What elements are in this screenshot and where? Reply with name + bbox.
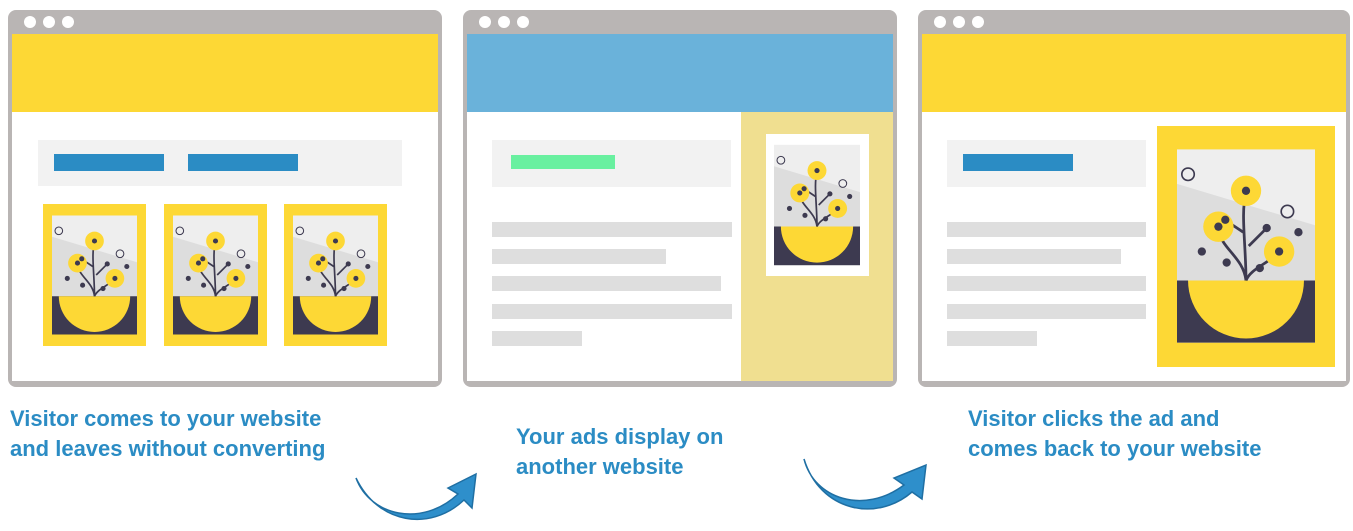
text-line <box>947 276 1146 291</box>
text-line <box>492 331 582 346</box>
window-dot: dot <box>972 16 984 28</box>
window-dots: dotdotdot <box>24 16 81 28</box>
text-line <box>492 304 732 319</box>
text-line <box>492 249 666 264</box>
browser-window-2: dotdotdot <box>463 10 897 387</box>
nav-bar <box>38 140 402 186</box>
text-line <box>947 249 1121 264</box>
window-dot: dot <box>498 16 510 28</box>
nav-button <box>511 155 615 169</box>
hero-banner <box>467 34 893 112</box>
browser-window-1: dotdotdot <box>8 10 442 387</box>
window-dots: dotdotdot <box>479 16 536 28</box>
ad-image-enlarged <box>1157 126 1335 367</box>
page-content <box>467 34 893 381</box>
window-dot: dot <box>43 16 55 28</box>
window-dots: dotdotdot <box>934 16 991 28</box>
window-dot: dot <box>517 16 529 28</box>
browser-window-3: dotdotdot <box>918 10 1350 387</box>
ad-image <box>284 204 387 346</box>
nav-button <box>54 154 164 171</box>
window-dot: dot <box>953 16 965 28</box>
step-3-caption: Visitor clicks the ad and comes back to … <box>968 406 1262 461</box>
text-line <box>947 222 1146 237</box>
window-dot: dot <box>62 16 74 28</box>
step-2-caption: Your ads display on another website <box>516 424 724 479</box>
hero-banner <box>12 34 438 112</box>
potted-flowers-illustration <box>173 211 258 339</box>
nav-button <box>188 154 298 171</box>
page-content <box>922 34 1346 381</box>
text-line <box>947 331 1037 346</box>
curved-arrow-icon <box>803 458 927 510</box>
text-line <box>492 276 721 291</box>
window-dot: dot <box>479 16 491 28</box>
ad-sidebar <box>741 112 893 381</box>
potted-flowers-illustration <box>774 142 860 268</box>
ad-image <box>43 204 146 346</box>
ad-image <box>164 204 267 346</box>
text-line <box>492 222 732 237</box>
potted-flowers-illustration <box>1177 147 1315 345</box>
potted-flowers-illustration <box>52 211 137 339</box>
ad-image <box>766 134 869 276</box>
hero-banner <box>922 34 1346 112</box>
page-content <box>12 34 438 381</box>
window-dot: dot <box>24 16 36 28</box>
text-line <box>947 304 1146 319</box>
nav-bar <box>947 140 1146 187</box>
potted-flowers-illustration <box>293 211 378 339</box>
step-1-caption: Visitor comes to your website and leaves… <box>10 406 326 461</box>
curved-arrow-icon <box>355 472 477 521</box>
window-dot: dot <box>934 16 946 28</box>
nav-button <box>963 154 1073 171</box>
nav-bar <box>492 140 731 187</box>
